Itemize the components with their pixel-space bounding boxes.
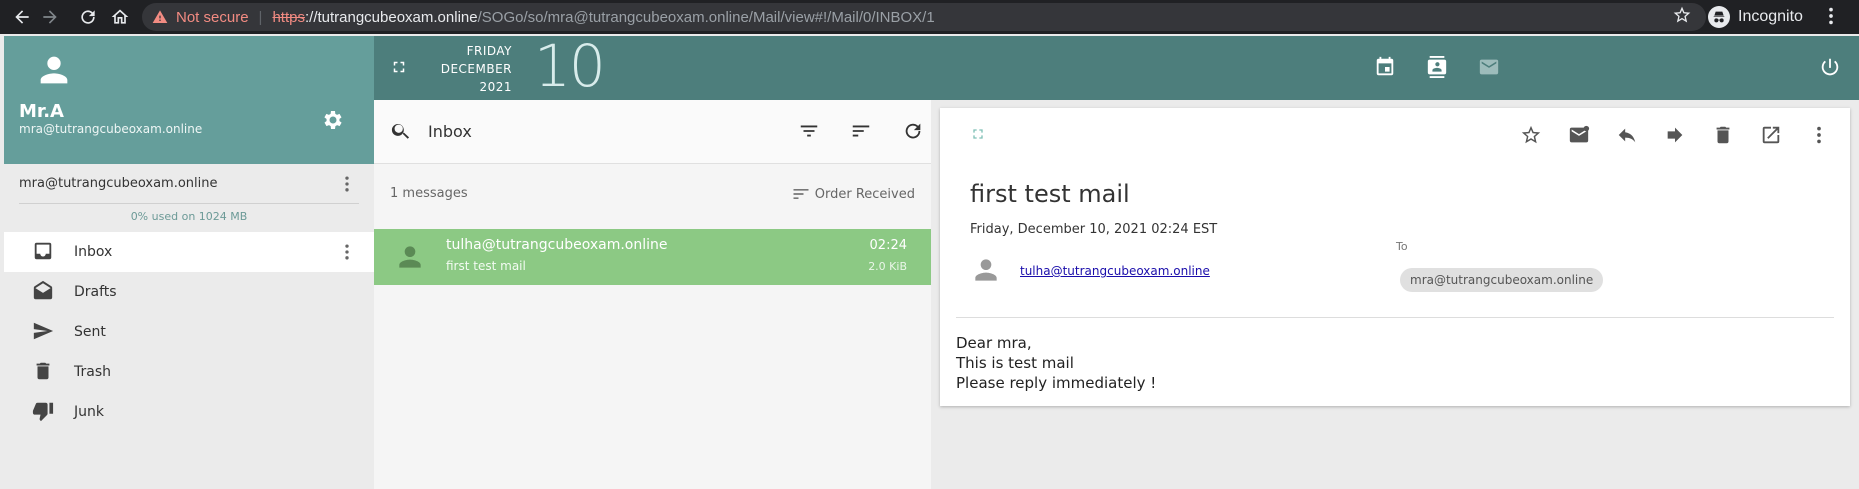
message-count: 1 messages <box>390 186 468 201</box>
quota-text: 0% used on 1024 MB <box>130 210 248 223</box>
logout-power-icon[interactable] <box>1819 56 1843 80</box>
url-scheme: https <box>272 8 305 26</box>
search-icon[interactable] <box>390 120 414 144</box>
list-toolbar: Inbox <box>374 100 931 164</box>
expand-icon[interactable] <box>970 126 988 144</box>
open-new-window-icon[interactable] <box>1760 124 1784 148</box>
avatar-icon <box>34 50 74 90</box>
body-line: Please reply immediately ! <box>956 374 1157 392</box>
junk-icon <box>32 400 56 424</box>
send-icon <box>32 320 56 344</box>
message-body: Dear mra, This is test mail Please reply… <box>956 333 1156 393</box>
sender-avatar-icon <box>970 254 1002 286</box>
sender-avatar-icon <box>394 241 426 273</box>
folder-junk[interactable]: Junk <box>4 392 374 432</box>
reply-icon[interactable] <box>1616 124 1640 148</box>
sort-order-button[interactable]: Order Received <box>791 184 915 204</box>
settings-gear-icon[interactable] <box>320 108 346 134</box>
incognito-icon <box>1708 6 1730 28</box>
mark-unread-icon[interactable] <box>1568 124 1592 148</box>
message-sender: tulha@tutrangcubeoxam.online <box>446 237 668 253</box>
message-subject-heading: first test mail <box>970 180 1130 208</box>
folder-label: Trash <box>74 364 111 380</box>
url-separator: | <box>258 8 263 26</box>
not-secure-label[interactable]: Not secure <box>176 9 249 26</box>
user-header: Mr.A mra@tutrangcubeoxam.online <box>4 36 374 164</box>
sort-label: Order Received <box>814 186 915 202</box>
folder-trash[interactable]: Trash <box>4 352 374 392</box>
url-host: ://tutrangcubeoxam.online <box>304 8 478 26</box>
message-row[interactable]: tulha@tutrangcubeoxam.online first test … <box>374 229 931 285</box>
folder-more-icon[interactable] <box>337 242 357 266</box>
reload-icon[interactable] <box>72 1 104 33</box>
message-date: Friday, December 10, 2021 02:24 EST <box>970 222 1218 237</box>
delete-icon[interactable] <box>1712 124 1736 148</box>
contacts-icon[interactable] <box>1426 56 1450 80</box>
message-subject: first test mail <box>446 259 526 273</box>
folder-label: Sent <box>74 324 106 340</box>
top-bar: FRIDAY DECEMBER 2021 10 <box>374 32 1859 100</box>
drafts-icon <box>32 280 56 304</box>
divider <box>956 317 1834 318</box>
filter-icon[interactable] <box>798 120 822 144</box>
account-row[interactable]: mra@tutrangcubeoxam.online <box>4 164 374 204</box>
refresh-icon[interactable] <box>902 120 926 144</box>
sidebar: Mr.A mra@tutrangcubeoxam.online mra@tutr… <box>4 36 374 489</box>
sort-icon[interactable] <box>850 120 874 144</box>
user-name: Mr.A <box>19 101 64 122</box>
bookmark-star-icon[interactable] <box>1672 5 1694 27</box>
url-path: /SOGo/so/mra@tutrangcubeoxam.online/Mail… <box>477 8 935 26</box>
forward-icon[interactable] <box>1664 124 1688 148</box>
calendar-icon[interactable] <box>1374 56 1398 80</box>
folder-drafts[interactable]: Drafts <box>4 272 374 312</box>
star-icon[interactable] <box>1520 124 1544 148</box>
folder-label: Junk <box>74 404 104 420</box>
address-bar[interactable]: Not secure | https ://tutrangcubeoxam.on… <box>142 3 1706 31</box>
sort-icon <box>793 189 809 199</box>
month-label: DECEMBER <box>440 62 512 76</box>
folder-inbox[interactable]: Inbox <box>4 232 374 272</box>
fullscreen-icon[interactable] <box>390 58 410 78</box>
year-label: 2021 <box>479 80 512 94</box>
weekday-label: FRIDAY <box>466 44 512 58</box>
folder-sent[interactable]: Sent <box>4 312 374 352</box>
divider <box>19 203 359 204</box>
message-list-pane: Inbox 1 messages Order Received tulha@tu… <box>374 100 931 489</box>
more-options-icon[interactable] <box>1808 124 1832 148</box>
user-email: mra@tutrangcubeoxam.online <box>19 122 203 136</box>
warning-icon <box>152 10 168 23</box>
incognito-indicator[interactable]: Incognito <box>1708 3 1803 31</box>
account-more-icon[interactable] <box>337 174 357 194</box>
sender-link[interactable]: tulha@tutrangcubeoxam.online <box>1020 264 1210 278</box>
message-time: 02:24 <box>869 238 907 253</box>
folder-label: Inbox <box>74 244 113 260</box>
browser-toolbar: Not secure | https ://tutrangcubeoxam.on… <box>0 0 1859 34</box>
account-name[interactable]: mra@tutrangcubeoxam.online <box>19 176 218 191</box>
home-icon[interactable] <box>104 1 136 33</box>
message-view: first test mail Friday, December 10, 202… <box>940 108 1850 406</box>
day-number: 10 <box>534 32 606 100</box>
mailbox-title: Inbox <box>428 122 472 141</box>
folder-label: Drafts <box>74 284 117 300</box>
to-label: To <box>1396 240 1408 253</box>
trash-icon <box>32 360 56 384</box>
date-block: FRIDAY DECEMBER 2021 <box>434 42 512 96</box>
body-line: This is test mail <box>956 354 1074 372</box>
browser-menu-icon[interactable] <box>1820 5 1844 29</box>
body-line: Dear mra, <box>956 334 1032 352</box>
forward-icon[interactable] <box>34 1 66 33</box>
incognito-label: Incognito <box>1738 8 1803 25</box>
mail-icon[interactable] <box>1478 56 1502 80</box>
recipient-chip[interactable]: mra@tutrangcubeoxam.online <box>1400 268 1604 292</box>
inbox-icon <box>32 240 56 264</box>
list-summary: 1 messages Order Received <box>374 164 931 228</box>
message-size: 2.0 KiB <box>868 260 907 273</box>
